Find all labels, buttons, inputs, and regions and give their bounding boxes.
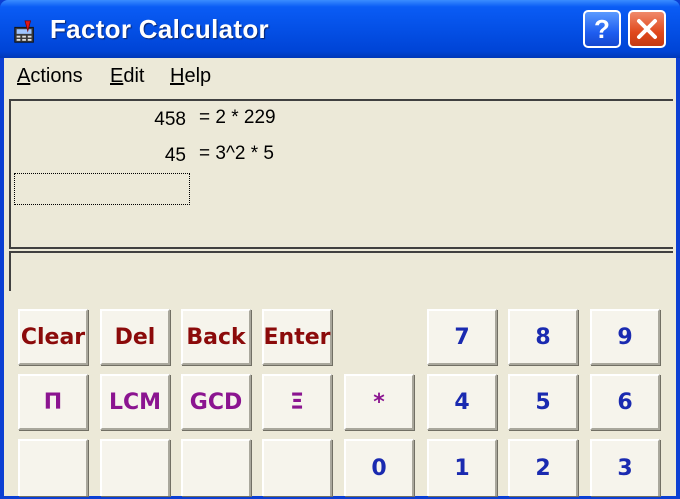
close-button[interactable] xyxy=(628,10,666,48)
digit-1-button[interactable]: 1 xyxy=(427,439,497,496)
results-display[interactable]: 458 = 2 * 229 45 = 3^2 * 5 xyxy=(9,99,673,249)
menu-edit-accel: E xyxy=(110,65,124,87)
menu-edit-label: dit xyxy=(123,65,145,87)
result-number: 45 xyxy=(164,145,186,166)
blank-key[interactable] xyxy=(262,439,332,496)
digit-4-button[interactable]: 4 xyxy=(427,374,497,430)
digit-0-button[interactable]: 0 xyxy=(344,439,414,496)
blank-key[interactable] xyxy=(18,439,88,496)
svg-text:?: ? xyxy=(594,14,610,44)
result-factors: = 2 * 229 xyxy=(199,107,276,128)
result-number: 458 xyxy=(154,109,186,130)
calculator-app-icon xyxy=(14,20,34,43)
menu-bar: Actions Edit Help xyxy=(4,58,676,98)
digit-5-button[interactable]: 5 xyxy=(508,374,578,430)
delete-button[interactable]: Del xyxy=(100,309,170,365)
menu-help-accel: H xyxy=(170,65,185,87)
digit-6-button[interactable]: 6 xyxy=(590,374,660,430)
client-area: Actions Edit Help 458 = 2 * 229 45 = 3^2… xyxy=(4,58,676,496)
menu-actions[interactable]: Actions xyxy=(17,65,83,88)
digit-3-button[interactable]: 3 xyxy=(590,439,660,496)
digit-9-button[interactable]: 9 xyxy=(590,309,660,365)
input-line[interactable] xyxy=(9,251,673,291)
window-title: Factor Calculator xyxy=(50,14,269,44)
sigma-button[interactable]: Ξ xyxy=(262,374,332,430)
result-factors: = 3^2 * 5 xyxy=(199,143,274,164)
app-window: Factor Calculator ? Actions Edit Help 45… xyxy=(0,0,680,499)
close-icon xyxy=(637,19,657,39)
digit-8-button[interactable]: 8 xyxy=(508,309,578,365)
enter-button[interactable]: Enter xyxy=(262,309,332,365)
current-entry-focus[interactable] xyxy=(14,173,190,205)
lcm-button[interactable]: LCM xyxy=(100,374,170,430)
digit-2-button[interactable]: 2 xyxy=(508,439,578,496)
blank-key[interactable] xyxy=(100,439,170,496)
gcd-button[interactable]: GCD xyxy=(181,374,251,430)
menu-actions-label: ctions xyxy=(30,65,83,87)
title-bar[interactable]: Factor Calculator ? xyxy=(0,0,680,58)
menu-edit[interactable]: Edit xyxy=(110,65,144,88)
menu-actions-accel: A xyxy=(17,65,31,87)
product-pi-button[interactable]: Π xyxy=(18,374,88,430)
clear-button[interactable]: Clear xyxy=(18,309,88,365)
back-button[interactable]: Back xyxy=(181,309,251,365)
question-mark-icon: ? xyxy=(594,14,610,44)
help-button[interactable]: ? xyxy=(583,10,621,48)
multiply-button[interactable]: * xyxy=(344,374,414,430)
blank-key[interactable] xyxy=(181,439,251,496)
menu-help-label: elp xyxy=(184,65,212,87)
menu-help[interactable]: Help xyxy=(170,65,211,88)
digit-7-button[interactable]: 7 xyxy=(427,309,497,365)
